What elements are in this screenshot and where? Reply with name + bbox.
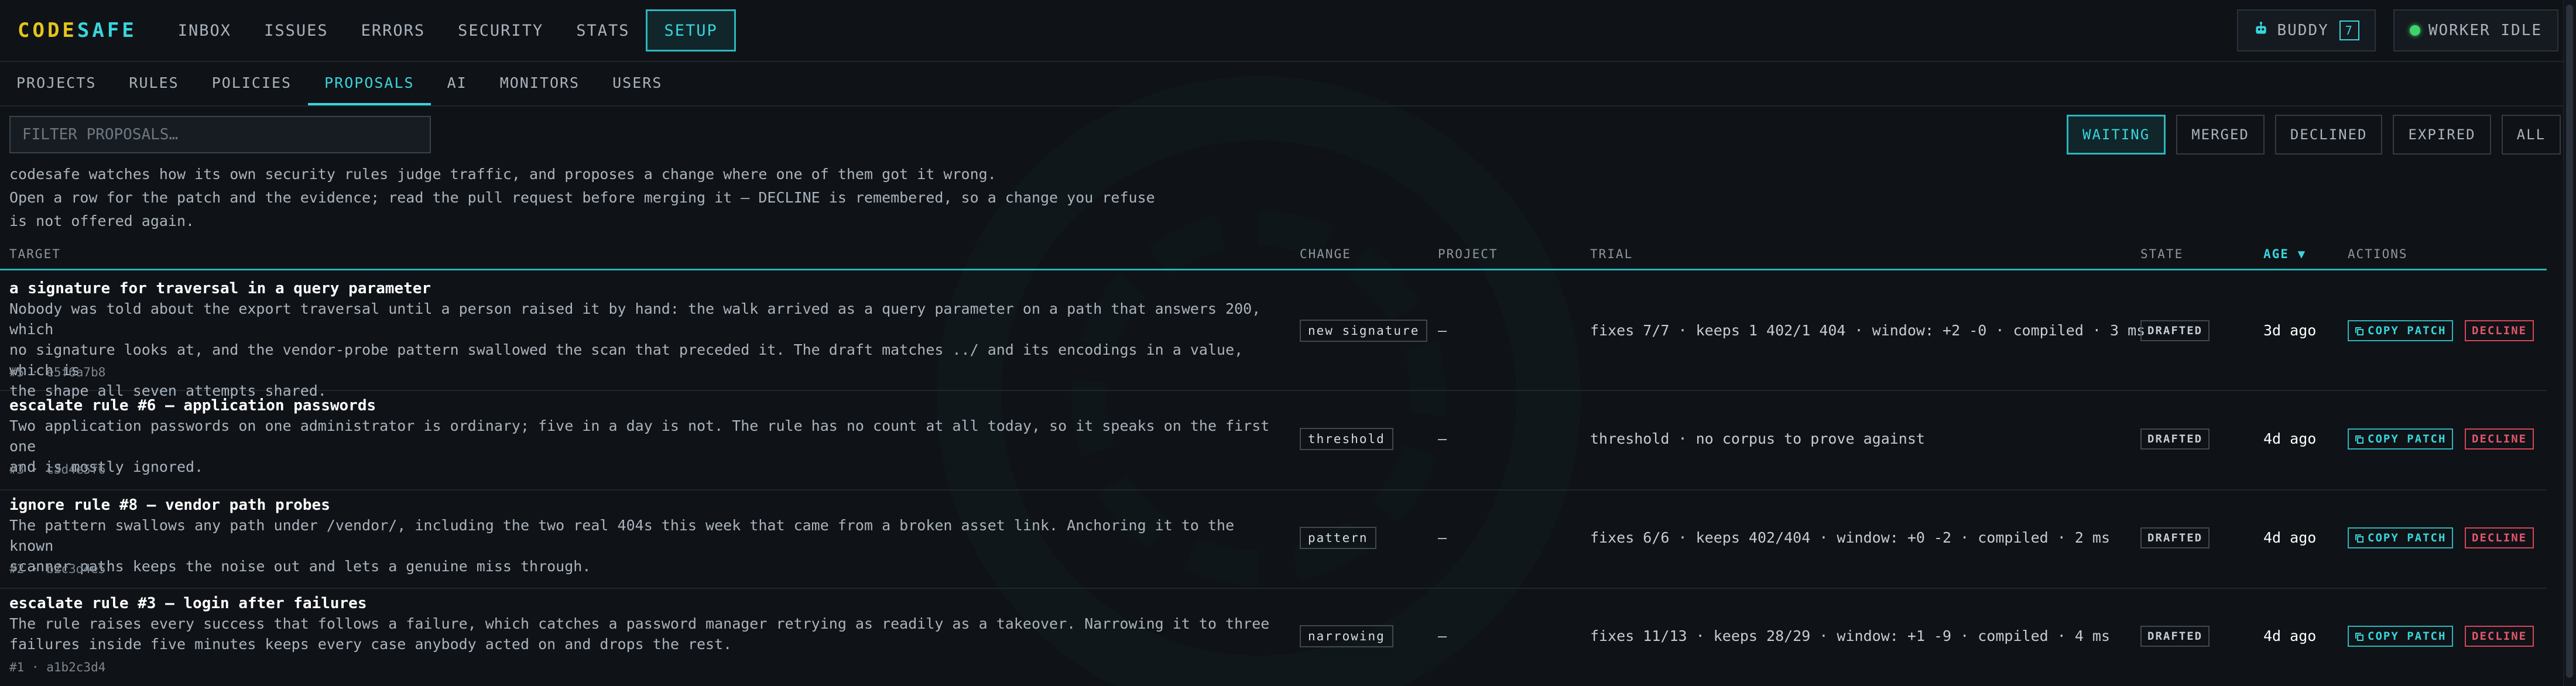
top-bar: CODESAFE INBOX ISSUES ERRORS SECURITY ST… — [0, 0, 2576, 62]
project-cell: — — [1438, 627, 1447, 644]
proposal-description: The rule raises every success that follo… — [9, 615, 1270, 653]
filter-all-button[interactable]: ALL — [2501, 115, 2561, 155]
proposal-description: Two application passwords on one adminis… — [9, 417, 1270, 475]
buddy-label: BUDDY — [2277, 22, 2329, 39]
filter-merged-button[interactable]: MERGED — [2176, 115, 2265, 155]
col-trial[interactable]: TRIAL — [1590, 247, 1633, 261]
col-state[interactable]: STATE — [2140, 247, 2183, 261]
proposal-meta: #3 · c3d4e5f6 — [9, 462, 106, 476]
nav-stats[interactable]: STATS — [560, 9, 646, 52]
state-badge: DRAFTED — [2140, 428, 2210, 450]
nav-inbox[interactable]: INBOX — [162, 9, 248, 52]
col-project[interactable]: PROJECT — [1438, 247, 1498, 261]
state-badge: DRAFTED — [2140, 320, 2210, 341]
change-chip: narrowing — [1300, 625, 1393, 647]
proposal-title: ignore rule #8 — vendor path probes — [9, 496, 330, 514]
filter-waiting-button[interactable]: WAITING — [2067, 115, 2166, 155]
trial-cell: fixes 7/7 · keeps 1 402/1 404 · window: … — [1590, 322, 2146, 339]
tab-proposals[interactable]: PROPOSALS — [308, 62, 431, 105]
filter-proposals-input[interactable] — [9, 116, 431, 153]
status-dot-icon — [2409, 25, 2420, 36]
copy-patch-button[interactable]: COPY PATCH — [2348, 428, 2454, 450]
proposal-title: a signature for traversal in a query par… — [9, 280, 431, 297]
col-actions: ACTIONS — [2348, 247, 2408, 261]
table-row[interactable]: a signature for traversal in a query par… — [0, 270, 2547, 399]
change-chip: threshold — [1300, 428, 1393, 450]
robot-icon — [2253, 21, 2269, 40]
filter-expired-button[interactable]: EXPIRED — [2393, 115, 2491, 155]
copy-icon — [2355, 534, 2363, 543]
nav-errors[interactable]: ERRORS — [345, 9, 442, 52]
state-badge: DRAFTED — [2140, 626, 2210, 647]
nav-issues[interactable]: ISSUES — [248, 9, 345, 52]
proposal-meta: #1 · a1b2c3d4 — [9, 660, 106, 674]
age-cell: 4d ago — [2263, 627, 2317, 644]
nav-setup[interactable]: SETUP — [646, 9, 736, 52]
worker-status[interactable]: WORKER IDLE — [2393, 9, 2558, 52]
age-cell: 4d ago — [2263, 430, 2317, 447]
table-row[interactable]: escalate rule #6 — application passwords… — [0, 391, 2547, 491]
top-nav: INBOX ISSUES ERRORS SECURITY STATS SETUP — [162, 0, 736, 61]
tab-policies[interactable]: POLICIES — [196, 62, 308, 105]
proposal-title: escalate rule #3 — login after failures — [9, 595, 367, 612]
tab-projects[interactable]: PROJECTS — [0, 62, 112, 105]
table-header: TARGET CHANGE PROJECT TRIAL STATE AGE ▼ … — [0, 240, 2547, 270]
table-row[interactable]: escalate rule #3 — login after failures … — [0, 589, 2547, 686]
copy-patch-button[interactable]: COPY PATCH — [2348, 320, 2454, 341]
trial-cell: fixes 6/6 · keeps 402/404 · window: +0 -… — [1590, 529, 2111, 546]
decline-button[interactable]: DECLINE — [2465, 320, 2534, 341]
project-cell: — — [1438, 430, 1447, 447]
age-cell: 3d ago — [2263, 322, 2317, 339]
tab-rules[interactable]: RULES — [112, 62, 195, 105]
project-cell: — — [1438, 322, 1447, 339]
proposal-description: The pattern swallows any path under /ven… — [9, 517, 1235, 575]
proposal-description: Nobody was told about the export travers… — [9, 300, 1261, 399]
col-change[interactable]: CHANGE — [1300, 247, 1351, 261]
proposal-meta: #5 · e5f6a7b8 — [9, 365, 106, 379]
sort-desc-icon: ▼ — [2297, 247, 2307, 261]
page-scrollbar[interactable] — [2563, 0, 2576, 686]
table-row[interactable]: ignore rule #8 — vendor path probes The … — [0, 491, 2547, 589]
col-age[interactable]: AGE ▼ — [2263, 247, 2306, 261]
app-logo[interactable]: CODESAFE — [18, 19, 137, 42]
decline-button[interactable]: DECLINE — [2465, 626, 2534, 647]
buddy-button[interactable]: BUDDY 7 — [2237, 9, 2376, 52]
buddy-count-badge: 7 — [2339, 20, 2359, 40]
copy-icon — [2355, 633, 2363, 641]
intro-text: codesafe watches how its own security ru… — [9, 166, 1155, 229]
scrollbar-thumb[interactable] — [2566, 5, 2573, 678]
age-cell: 4d ago — [2263, 529, 2317, 546]
decline-button[interactable]: DECLINE — [2465, 527, 2534, 548]
decline-button[interactable]: DECLINE — [2465, 428, 2534, 450]
copy-patch-button[interactable]: COPY PATCH — [2348, 626, 2454, 647]
copy-icon — [2355, 327, 2363, 335]
tab-monitors[interactable]: MONITORS — [484, 62, 596, 105]
tab-users[interactable]: USERS — [596, 62, 679, 105]
setup-subnav: PROJECTS RULES POLICIES PROPOSALS AI MON… — [0, 62, 2576, 107]
filter-declined-button[interactable]: DECLINED — [2274, 115, 2383, 155]
change-chip: new signature — [1300, 320, 1428, 342]
proposal-title: escalate rule #6 — application passwords — [9, 397, 376, 414]
trial-cell: threshold · no corpus to prove against — [1590, 430, 1925, 447]
copy-icon — [2355, 435, 2363, 444]
state-badge: DRAFTED — [2140, 527, 2210, 548]
copy-patch-button[interactable]: COPY PATCH — [2348, 527, 2454, 548]
trial-cell: fixes 11/13 · keeps 28/29 · window: +1 -… — [1590, 627, 2111, 644]
tab-ai[interactable]: AI — [431, 62, 484, 105]
state-filter-group: WAITING MERGED DECLINED EXPIRED ALL — [2067, 115, 2561, 155]
worker-label: WORKER IDLE — [2428, 22, 2542, 39]
proposal-meta: #2 · b2c3d4e5 — [9, 562, 106, 576]
col-target[interactable]: TARGET — [9, 247, 61, 261]
nav-security[interactable]: SECURITY — [441, 9, 560, 52]
change-chip: pattern — [1300, 527, 1376, 549]
project-cell: — — [1438, 529, 1447, 546]
